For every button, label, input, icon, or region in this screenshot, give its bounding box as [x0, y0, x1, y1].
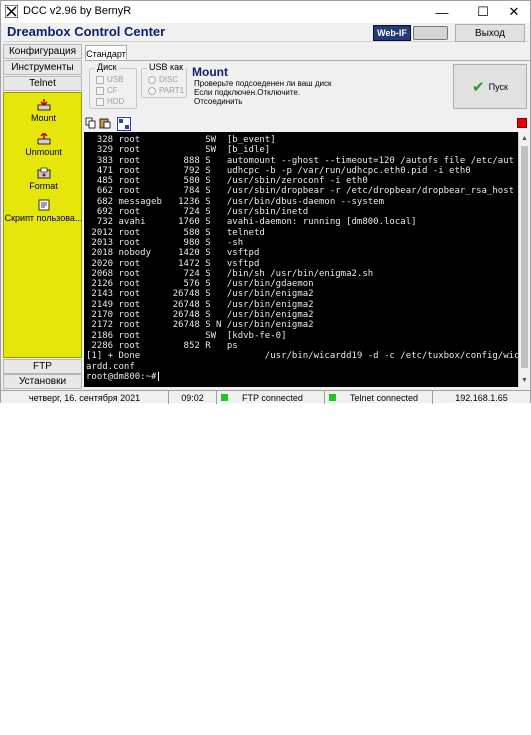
- status-telnet: Telnet connected: [325, 391, 433, 404]
- terminal-line: 662 root 784 S /usr/sbin/dropbear -r /et…: [86, 186, 515, 197]
- tab-standard[interactable]: Стандарт: [85, 45, 127, 61]
- telnet-tools-panel: Mount Unmount Format Скрипт пользова...: [3, 92, 82, 358]
- disk-usb-checkbox[interactable]: USB: [96, 75, 123, 84]
- terminal-line: 2012 root 580 S telnetd: [86, 227, 265, 238]
- tool-unmount-label: Unmount: [25, 147, 62, 157]
- status-ftp-label: FTP connected: [242, 392, 303, 403]
- paste-icon[interactable]: [99, 117, 111, 129]
- terminal-line: 2126 root 576 S /usr/bin/gdaemon: [86, 279, 314, 290]
- status-telnet-label: Telnet connected: [350, 392, 419, 403]
- disk-cf-checkbox[interactable]: CF: [96, 86, 118, 95]
- script-icon: [38, 199, 49, 211]
- status-time: 09:02: [169, 391, 217, 404]
- usb-disc-radio[interactable]: DISC: [148, 75, 178, 84]
- nav-tools-button[interactable]: Инструменты: [3, 60, 82, 75]
- terminal-scrollbar[interactable]: ▲ ▼: [518, 132, 529, 387]
- terminal-line: 732 avahi 1760 S avahi-daemon: running […: [86, 217, 417, 228]
- nav-telnet-button[interactable]: Telnet: [3, 76, 82, 91]
- tool-format[interactable]: Format: [4, 167, 83, 191]
- status-ip: 192.168.1.65: [455, 392, 508, 403]
- tool-unmount[interactable]: Unmount: [4, 133, 83, 157]
- terminal-line: 2013 root 980 S -sh: [86, 237, 244, 248]
- disk-group-label: Диск: [95, 62, 119, 72]
- scrollbar-thumb[interactable]: [521, 146, 528, 368]
- terminal-line: ardd.conf: [86, 361, 135, 372]
- terminal-line: 2020 root 1472 S vsftpd: [86, 258, 260, 269]
- terminal-line: 328 root SW [b_event]: [86, 135, 276, 145]
- terminal-line: 2172 root 26748 S N /usr/bin/enigma2: [86, 320, 314, 331]
- terminal-line: 329 root SW [b_idle]: [86, 145, 271, 156]
- terminal-line: 471 root 792 S udhcpc -b -p /var/run/udh…: [86, 165, 471, 176]
- disk-hdd-checkbox[interactable]: HDD: [96, 97, 124, 106]
- status-date: четверг, 16. сентября 2021: [1, 391, 169, 404]
- terminal-line: 2170 root 26748 S /usr/bin/enigma2: [86, 310, 314, 321]
- telnet-status-led-icon: [329, 394, 336, 401]
- terminal-line: [1] + Done /usr/bin/wicardd19 -d -c /etc…: [86, 351, 518, 362]
- terminal-line: 2143 root 26748 S /usr/bin/enigma2: [86, 289, 314, 300]
- usb-mode-group: USB как DISC PART1: [141, 62, 187, 98]
- tool-mount[interactable]: Mount: [4, 99, 83, 123]
- tool-user-script-label: Скрипт пользова...: [4, 213, 83, 223]
- mount-description-line: Проверьте подсоеденен ли ваш диск: [194, 79, 332, 88]
- tool-format-label: Format: [29, 181, 58, 191]
- app-window: DCC v2.96 by BernyR — ☐ ✕ Dreambox Contr…: [0, 0, 531, 404]
- remote-control-icon[interactable]: [413, 26, 448, 40]
- format-icon: [37, 167, 50, 179]
- unmount-icon: [37, 133, 50, 145]
- terminal-line: 682 messageb 1236 S /usr/bin/dbus-daemon…: [86, 196, 385, 207]
- status-bar: четверг, 16. сентября 2021 09:02 FTP con…: [1, 390, 530, 404]
- tool-mount-label: Mount: [30, 113, 56, 123]
- disk-group: Диск USB CF HDD: [89, 62, 137, 109]
- tool-user-script[interactable]: Скрипт пользова...: [4, 199, 83, 223]
- checkmark-icon: ✔: [472, 78, 485, 96]
- terminal-line: 2018 nobody 1420 S vsftpd: [86, 248, 260, 259]
- terminal-line: 383 root 888 S automount --ghost --timeo…: [86, 155, 515, 166]
- app-banner: Dreambox Control Center Web-IF Выход: [3, 24, 528, 42]
- status-ftp: FTP connected: [217, 391, 325, 404]
- terminal-line: 2149 root 26748 S /usr/bin/enigma2: [86, 299, 314, 310]
- maximize-button[interactable]: ☐: [466, 1, 500, 23]
- terminal-cursor: [158, 371, 160, 381]
- nav-ftp-button[interactable]: FTP: [3, 359, 82, 374]
- start-button-label: Пуск: [488, 81, 508, 92]
- mount-icon: [37, 99, 50, 111]
- window-title: DCC v2.96 by BernyR: [23, 5, 132, 17]
- nav-config-button[interactable]: Конфигурация: [3, 44, 82, 59]
- minimize-button[interactable]: —: [425, 1, 459, 23]
- close-button[interactable]: ✕: [497, 1, 531, 23]
- title-bar[interactable]: DCC v2.96 by BernyR — ☐ ✕: [1, 1, 530, 23]
- scroll-down-icon[interactable]: ▼: [519, 375, 530, 386]
- nav-settings-button[interactable]: Установки: [3, 374, 82, 389]
- ftp-status-led-icon: [221, 394, 228, 401]
- app-title: Dreambox Control Center: [7, 24, 166, 39]
- alert-indicator-icon: [517, 118, 527, 128]
- start-button[interactable]: ✔ Пуск: [453, 64, 527, 109]
- terminal-line: root@dm800:~#: [86, 371, 516, 382]
- terminal-settings-icon[interactable]: [117, 117, 131, 131]
- terminal-line: 692 root 724 S /usr/sbin/inetd: [86, 207, 309, 218]
- copy-icon[interactable]: [85, 117, 97, 129]
- exit-button[interactable]: Выход: [455, 24, 525, 42]
- usb-mode-label: USB как: [147, 62, 186, 72]
- mount-description-line: Если подключен.Отключите.: [194, 88, 301, 97]
- app-icon: [5, 5, 18, 18]
- terminal-line: 2286 root 852 R ps: [86, 340, 238, 351]
- telnet-terminal[interactable]: 328 root SW [b_event] 329 root SW [b_idl…: [84, 132, 518, 387]
- terminal-line: 2186 root SW [kdvb-fe-0]: [86, 330, 287, 341]
- mount-title: Mount: [192, 65, 228, 79]
- terminal-line: 485 root 580 S /usr/sbin/zeroconf -i eth…: [86, 176, 368, 187]
- webif-button[interactable]: Web-IF: [373, 25, 411, 41]
- usb-part1-radio[interactable]: PART1: [148, 86, 184, 95]
- scroll-up-icon[interactable]: ▲: [519, 133, 530, 144]
- terminal-line: 2068 root 724 S /bin/sh /usr/bin/enigma2…: [86, 268, 374, 279]
- mount-description-line: Отсоединить: [194, 97, 243, 106]
